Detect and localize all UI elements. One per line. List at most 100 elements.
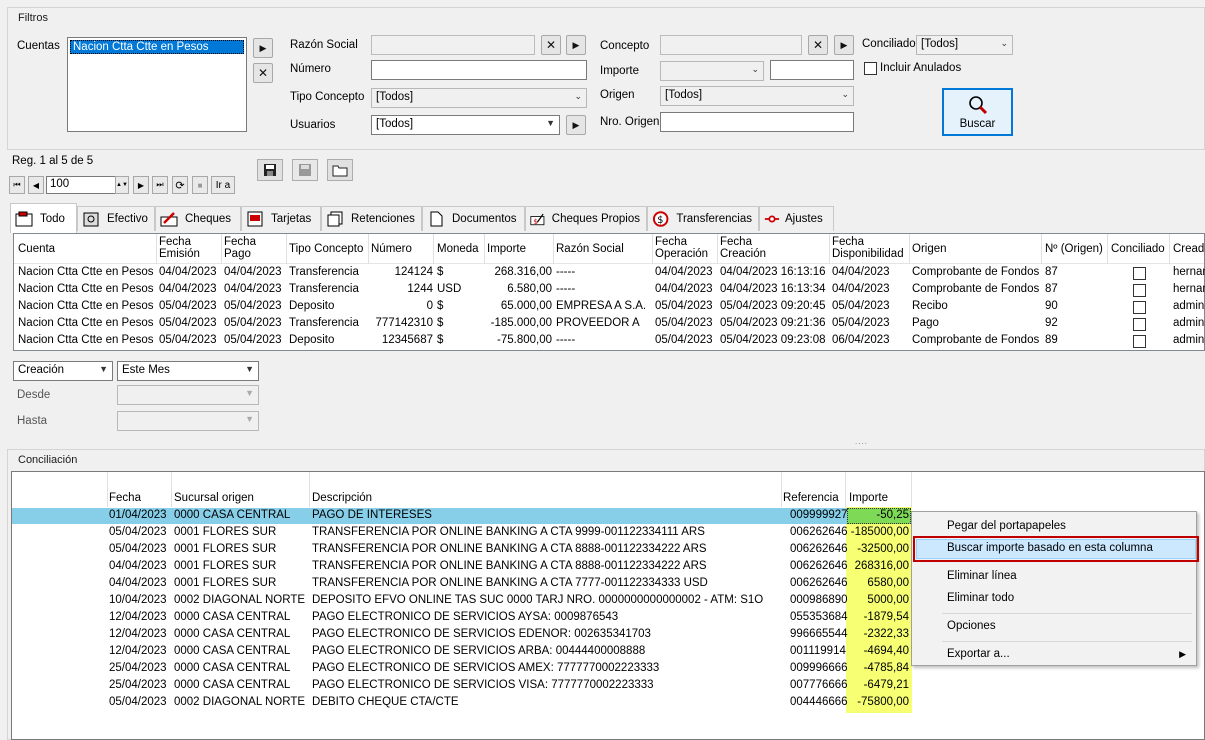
tab-documentos[interactable]: Documentos — [422, 206, 525, 231]
column-header-7[interactable]: Razón Social — [556, 243, 624, 255]
tab-tarjetas[interactable]: Tarjetas — [241, 206, 321, 231]
importe-field[interactable] — [770, 60, 854, 80]
conciliado-checkbox[interactable] — [1133, 301, 1146, 314]
razon-social-clear-button[interactable]: ✕ — [541, 35, 561, 55]
conciliado-checkbox[interactable] — [1133, 335, 1146, 348]
conciliacion-cell: -1879,54 — [863, 611, 909, 623]
tab-retenciones[interactable]: Retenciones — [321, 206, 422, 231]
conciliacion-cell: 0002 DIAGONAL NORTE — [174, 696, 306, 708]
table-cell: $ — [437, 334, 444, 346]
cuentas-selected-item[interactable]: Nacion Ctta Ctte en Pesos — [70, 40, 244, 54]
page-size-field[interactable]: 100 — [46, 176, 116, 194]
column-header-11[interactable]: Origen — [912, 243, 947, 255]
cuentas-listbox[interactable]: Nacion Ctta Ctte en Pesos — [67, 37, 247, 132]
tab-todo[interactable]: Todo — [10, 203, 77, 233]
column-header-0[interactable]: Cuenta — [18, 243, 55, 255]
conciliacion-cell: 0002 DIAGONAL NORTE — [174, 594, 306, 606]
tipo-concepto-label: Tipo Concepto — [290, 91, 365, 103]
save-button[interactable] — [257, 159, 283, 181]
fecha-campo-value: Creación — [18, 364, 65, 376]
tab-ajustes[interactable]: Ajustes — [759, 206, 834, 231]
next-page-button[interactable]: ▶ — [133, 176, 149, 194]
conciliado-checkbox[interactable] — [1133, 284, 1146, 297]
incluir-anulados-label: Incluir Anulados — [880, 62, 962, 74]
table-cell: 92 — [1045, 317, 1058, 329]
open-folder-button[interactable] — [327, 159, 353, 181]
column-header-1[interactable]: Fecha Emisión — [159, 236, 200, 260]
prev-page-button[interactable]: ◀ — [28, 176, 44, 194]
table-cell: Comprobante de Fondos — [912, 266, 1040, 278]
column-header-4[interactable]: Número — [371, 243, 412, 255]
conciliado-checkbox[interactable] — [1133, 267, 1146, 280]
menu-item-opciones[interactable]: Opciones — [947, 620, 996, 632]
column-header-12[interactable]: Nº (Origen) — [1045, 243, 1103, 255]
hasta-date-picker[interactable]: ▼ — [117, 411, 259, 431]
conciliacion-column-header-2[interactable]: Descripción — [312, 492, 372, 504]
stop-button[interactable]: ■ — [192, 176, 208, 194]
table-cell: $ — [437, 317, 444, 329]
importe-operator-combo[interactable]: ⌄ — [660, 61, 764, 81]
first-page-button[interactable]: ⏮ — [9, 176, 25, 194]
concepto-field[interactable] — [660, 35, 802, 55]
desde-date-picker[interactable]: ▼ — [117, 385, 259, 405]
column-header-10[interactable]: Fecha Disponibilidad — [832, 236, 904, 260]
concepto-select-button[interactable]: ▶ — [834, 35, 854, 55]
origen-combo[interactable]: [Todos] ⌄ — [660, 86, 854, 106]
conciliacion-column-header-4[interactable]: Importe — [849, 492, 888, 504]
concepto-clear-button[interactable]: ✕ — [808, 35, 828, 55]
usuarios-combo[interactable]: [Todos] ▼ — [371, 115, 560, 135]
column-header-5[interactable]: Moneda — [437, 243, 479, 255]
conciliacion-cell: -6479,21 — [863, 679, 909, 691]
cuentas-add-button[interactable]: ▶ — [253, 38, 273, 58]
conciliacion-column-header-1[interactable]: Sucursal origen — [174, 492, 254, 504]
numero-field[interactable] — [371, 60, 587, 80]
column-header-8[interactable]: Fecha Operación — [655, 236, 708, 260]
page-size-spinner[interactable]: ▲▼ — [115, 176, 129, 194]
conciliacion-column-header-0[interactable]: Fecha — [109, 492, 141, 504]
table-cell: PROVEEDOR A — [556, 317, 640, 329]
menu-item-buscar-importe[interactable]: Buscar importe basado en esta columna — [913, 536, 1199, 562]
refresh-button[interactable]: ⟳ — [172, 176, 188, 194]
razon-social-field[interactable] — [371, 35, 535, 55]
tab-cheques[interactable]: Cheques — [155, 206, 241, 231]
fecha-campo-combo[interactable]: Creación ▼ — [13, 361, 113, 381]
conciliacion-cell: 25/04/2023 — [109, 662, 167, 674]
save-as-button[interactable] — [292, 159, 318, 181]
table-cell: 05/04/2023 — [159, 300, 217, 312]
adjust-icon — [764, 215, 780, 223]
tab-efectivo[interactable]: Efectivo — [77, 206, 155, 231]
column-header-3[interactable]: Tipo Concepto — [289, 243, 363, 255]
cuentas-clear-button[interactable]: ✕ — [253, 63, 273, 83]
table-cell: 0 — [426, 300, 433, 312]
menu-item-eliminar-todo[interactable]: Eliminar todo — [947, 592, 1014, 604]
conciliacion-column-header-3[interactable]: Referencia — [783, 492, 839, 504]
tipo-concepto-combo[interactable]: [Todos] ⌄ — [371, 88, 587, 108]
column-header-14[interactable]: Creado — [1173, 243, 1205, 255]
menu-item-eliminar-linea[interactable]: Eliminar línea — [947, 570, 1017, 582]
conciliacion-cell: 0000 CASA CENTRAL — [174, 645, 291, 657]
table-cell: admin — [1173, 334, 1205, 346]
conciliado-combo[interactable]: [Todos] ⌄ — [916, 35, 1013, 55]
usuarios-select-button[interactable]: ▶ — [566, 115, 586, 135]
nro-origen-field[interactable] — [660, 112, 854, 132]
conciliado-checkbox[interactable] — [1133, 318, 1146, 331]
buscar-button[interactable]: Buscar — [942, 88, 1013, 136]
last-page-button[interactable]: ⏭ — [152, 176, 168, 194]
column-header-13[interactable]: Conciliado — [1111, 243, 1165, 255]
tab-cheques-propios[interactable]: $ Cheques Propios — [525, 206, 647, 231]
razon-social-select-button[interactable]: ▶ — [566, 35, 586, 55]
column-header-2[interactable]: Fecha Pago — [224, 236, 256, 260]
rango-combo[interactable]: Este Mes ▼ — [117, 361, 259, 381]
card-icon — [247, 211, 263, 227]
menu-item-exportar[interactable]: Exportar a... — [947, 648, 1010, 660]
conciliacion-cell: 6580,00 — [867, 577, 909, 589]
column-header-6[interactable]: Importe — [487, 243, 526, 255]
table-cell: 87 — [1045, 283, 1058, 295]
menu-item-pegar[interactable]: Pegar del portapapeles — [947, 520, 1066, 532]
tab-label: Cheques Propios — [551, 213, 640, 225]
incluir-anulados-checkbox[interactable] — [864, 62, 877, 75]
ira-button[interactable]: Ir a — [211, 176, 235, 194]
tab-transferencias[interactable]: $ Transferencias — [647, 206, 759, 231]
splitter-grip[interactable]: .... — [855, 438, 879, 446]
column-header-9[interactable]: Fecha Creación — [720, 236, 766, 260]
